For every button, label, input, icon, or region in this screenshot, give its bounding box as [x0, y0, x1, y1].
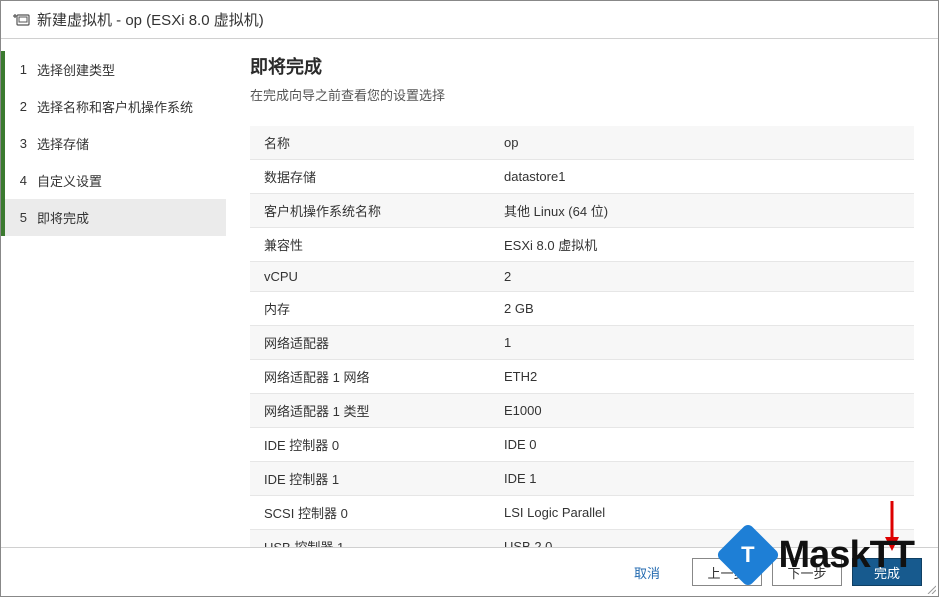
- table-row: USB 控制器 1USB 2.0: [250, 530, 914, 548]
- summary-value: 1: [490, 326, 914, 360]
- dialog-footer: 取消 上一步 下一步 完成: [1, 547, 938, 596]
- step-select-creation-type[interactable]: 1 选择创建类型: [1, 51, 226, 88]
- finish-button[interactable]: 完成: [852, 558, 922, 586]
- cancel-button[interactable]: 取消: [612, 558, 682, 586]
- table-row: 客户机操作系统名称其他 Linux (64 位): [250, 194, 914, 228]
- table-row: 数据存储datastore1: [250, 160, 914, 194]
- summary-label: 网络适配器 1 网络: [250, 360, 490, 394]
- table-row: 兼容性ESXi 8.0 虚拟机: [250, 228, 914, 262]
- summary-label: IDE 控制器 0: [250, 428, 490, 462]
- step-number: 3: [15, 136, 27, 151]
- step-label: 选择存储: [37, 134, 89, 153]
- summary-value: ESXi 8.0 虚拟机: [490, 228, 914, 262]
- table-row: 网络适配器1: [250, 326, 914, 360]
- step-select-name-guest-os[interactable]: 2 选择名称和客户机操作系统: [1, 88, 226, 125]
- table-row: vCPU2: [250, 262, 914, 292]
- wizard-steps-sidebar: 1 选择创建类型 2 选择名称和客户机操作系统 3 选择存储 4 自定义设置 5…: [1, 39, 226, 547]
- step-select-storage[interactable]: 3 选择存储: [1, 125, 226, 162]
- wizard-content: 即将完成 在完成向导之前查看您的设置选择 名称op 数据存储datastore1…: [226, 39, 938, 547]
- dialog-titlebar: 新建虚拟机 - op (ESXi 8.0 虚拟机): [1, 1, 938, 39]
- summary-label: 名称: [250, 126, 490, 160]
- table-row: SCSI 控制器 0LSI Logic Parallel: [250, 496, 914, 530]
- dialog-body: 1 选择创建类型 2 选择名称和客户机操作系统 3 选择存储 4 自定义设置 5…: [1, 39, 938, 547]
- content-heading: 即将完成: [250, 53, 914, 79]
- table-row: 网络适配器 1 类型E1000: [250, 394, 914, 428]
- next-button[interactable]: 下一步: [772, 558, 842, 586]
- content-subtitle: 在完成向导之前查看您的设置选择: [250, 85, 914, 104]
- summary-value: IDE 1: [490, 462, 914, 496]
- summary-value: E1000: [490, 394, 914, 428]
- table-row: IDE 控制器 0IDE 0: [250, 428, 914, 462]
- summary-value: USB 2.0: [490, 530, 914, 548]
- step-label: 选择名称和客户机操作系统: [37, 97, 193, 116]
- summary-label: IDE 控制器 1: [250, 462, 490, 496]
- summary-label: 网络适配器 1 类型: [250, 394, 490, 428]
- summary-label: 数据存储: [250, 160, 490, 194]
- summary-value: IDE 0: [490, 428, 914, 462]
- summary-table: 名称op 数据存储datastore1 客户机操作系统名称其他 Linux (6…: [250, 126, 914, 547]
- summary-label: 网络适配器: [250, 326, 490, 360]
- step-number: 4: [15, 173, 27, 188]
- summary-label: 客户机操作系统名称: [250, 194, 490, 228]
- step-label: 即将完成: [37, 208, 89, 227]
- summary-value: 2: [490, 262, 914, 292]
- resize-grip-icon[interactable]: [926, 584, 936, 594]
- step-label: 自定义设置: [37, 171, 102, 190]
- summary-label: 内存: [250, 292, 490, 326]
- dialog-title: 新建虚拟机 - op (ESXi 8.0 虚拟机): [37, 9, 264, 30]
- summary-value: LSI Logic Parallel: [490, 496, 914, 530]
- step-label: 选择创建类型: [37, 60, 115, 79]
- new-vm-icon: [13, 13, 31, 27]
- step-number: 2: [15, 99, 27, 114]
- summary-value: datastore1: [490, 160, 914, 194]
- step-number: 1: [15, 62, 27, 77]
- summary-value: ETH2: [490, 360, 914, 394]
- step-customize-settings[interactable]: 4 自定义设置: [1, 162, 226, 199]
- summary-value: 其他 Linux (64 位): [490, 194, 914, 228]
- summary-label: 兼容性: [250, 228, 490, 262]
- summary-value: 2 GB: [490, 292, 914, 326]
- table-row: 名称op: [250, 126, 914, 160]
- step-ready-to-complete[interactable]: 5 即将完成: [1, 199, 226, 236]
- step-number: 5: [15, 210, 27, 225]
- new-vm-wizard-dialog: 新建虚拟机 - op (ESXi 8.0 虚拟机) 1 选择创建类型 2 选择名…: [0, 0, 939, 597]
- summary-label: vCPU: [250, 262, 490, 292]
- summary-value: op: [490, 126, 914, 160]
- table-row: IDE 控制器 1IDE 1: [250, 462, 914, 496]
- back-button[interactable]: 上一步: [692, 558, 762, 586]
- table-row: 网络适配器 1 网络ETH2: [250, 360, 914, 394]
- summary-label: USB 控制器 1: [250, 530, 490, 548]
- table-row: 内存2 GB: [250, 292, 914, 326]
- summary-label: SCSI 控制器 0: [250, 496, 490, 530]
